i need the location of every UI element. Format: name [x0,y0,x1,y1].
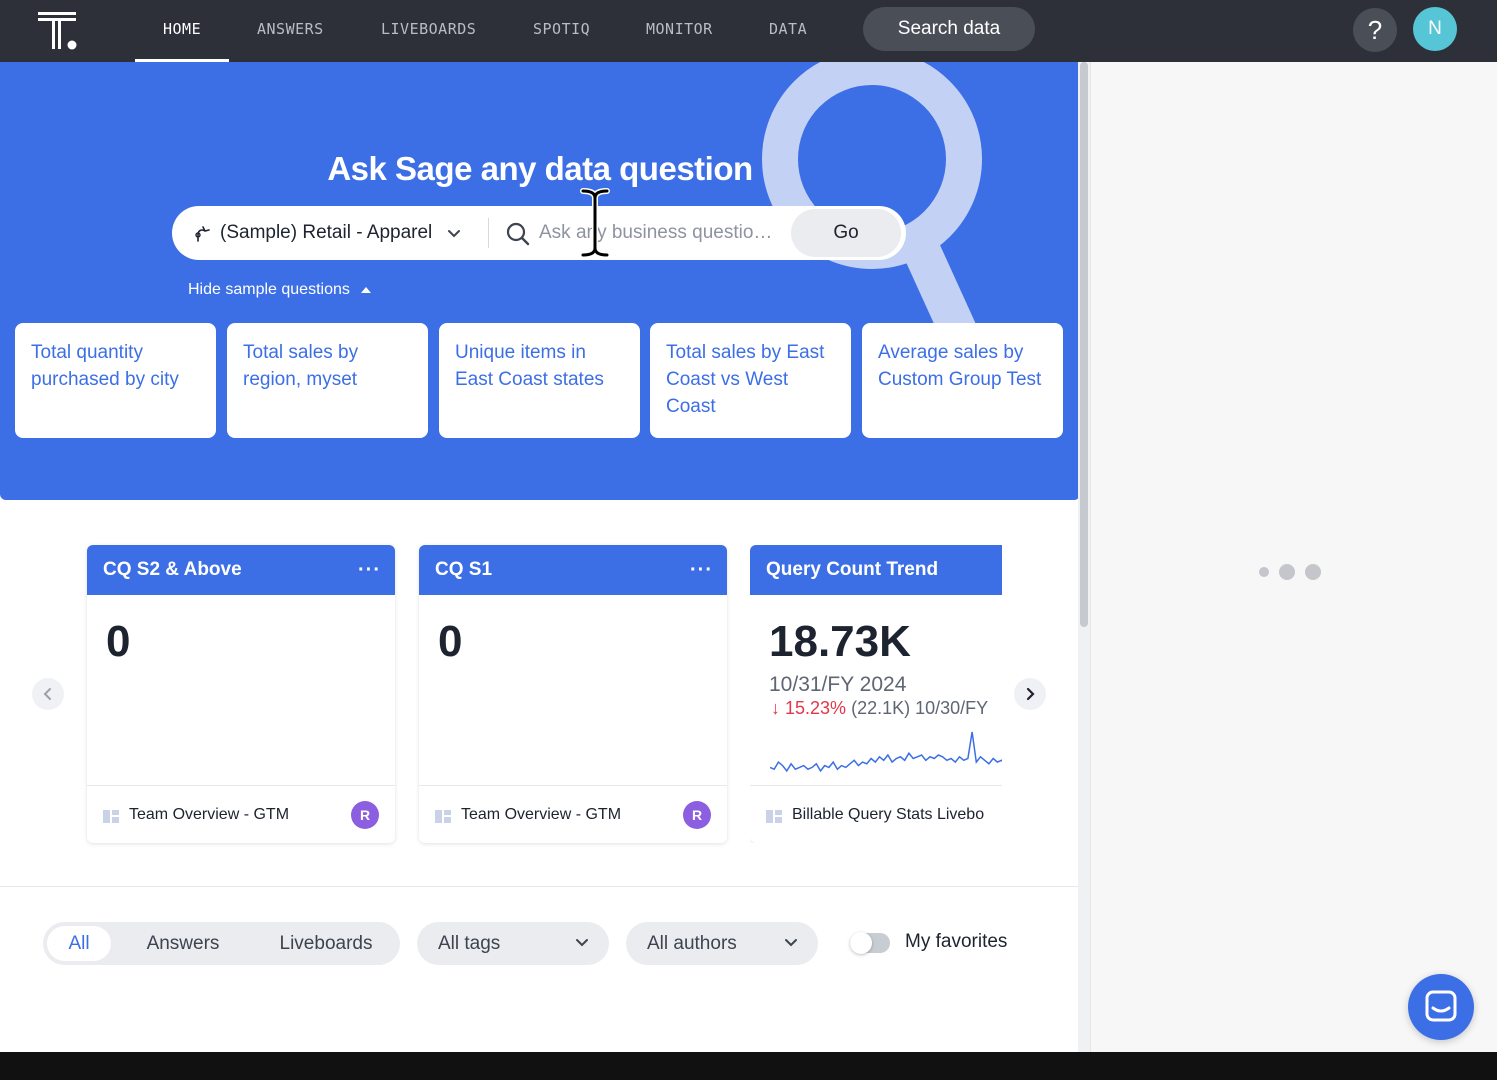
sample-question-card[interactable]: Unique items in East Coast states [439,323,640,438]
sparkline-chart [770,731,1002,773]
liveboard-icon [103,809,119,823]
tags-dropdown-label: All tags [438,933,501,954]
user-avatar[interactable]: N [1413,7,1457,51]
kpi-card-footer[interactable]: Billable Query Stats Livebo [750,785,1002,843]
kpi-card-header: Query Count Trend [750,545,1002,595]
text-cursor-icon [580,188,610,258]
search-bar-divider [488,218,489,248]
liveboard-name: Team Overview - GTM [461,805,622,823]
chevron-left-icon [43,688,51,700]
kpi-card-header: CQ S2 & Above ··· [87,545,395,595]
bottom-bar [0,1052,1497,1080]
hide-sample-questions-toggle[interactable]: Hide sample questions [188,281,372,299]
loading-indicator [1259,564,1321,580]
sparkline-series [770,731,1002,773]
carousel-next-button[interactable] [1014,678,1046,710]
nav-liveboards[interactable]: LIVEBOARDS [381,0,476,62]
thoughtspot-logo-icon[interactable] [38,10,80,52]
go-button[interactable]: Go [791,209,901,257]
more-options-icon[interactable]: ··· [358,545,381,595]
content-type-filter: All Answers Liveboards [43,922,400,965]
trend-card-clip: Query Count Trend 18.73K 10/31/FY 2024 ↓… [750,545,1002,843]
sample-question-card[interactable]: Total quantity purchased by city [15,323,216,438]
scrollbar-thumb[interactable] [1080,62,1088,627]
hero-title: Ask Sage any data question [327,150,753,187]
nav-answers[interactable]: ANSWERS [257,0,324,62]
kpi-card-header: CQ S1 ··· [419,545,727,595]
chevron-down-icon [785,939,797,947]
filter-all[interactable]: All [47,926,111,961]
data-source-label: (Sample) Retail - Apparel [220,222,433,243]
kpi-value: 0 [438,617,463,666]
search-data-button[interactable]: Search data [863,7,1035,51]
nav-spotiq[interactable]: SPOTIQ [533,0,590,62]
liveboard-name: Billable Query Stats Livebo [792,805,985,823]
down-arrow-icon: ↓ [771,698,780,718]
kpi-card[interactable]: CQ S1 ··· 0 Team Overview - GTM R [419,545,727,843]
favorites-toggle[interactable] [850,932,890,954]
chevron-right-icon [1026,687,1035,701]
magnifier-decoration-icon [762,62,982,332]
nav-home[interactable]: HOME [134,0,230,62]
right-side-panel [1090,62,1497,1052]
search-icon [506,222,530,246]
chevron-down-icon [448,230,461,238]
tags-dropdown[interactable]: All tags [417,922,609,965]
home-main-panel: Ask Sage any data question (Sample) Reta… [0,62,1080,1052]
sample-question-card[interactable]: Total sales by East Coast vs West Coast [650,323,851,438]
nav-data[interactable]: DATA [769,0,807,62]
change-percent: 15.23% [785,698,847,718]
chat-icon [1425,990,1457,1022]
author-avatar: R [351,801,379,829]
data-source-selector[interactable]: (Sample) Retail - Apparel [192,206,462,260]
liveboard-name: Team Overview - GTM [129,805,290,823]
loading-dot [1279,564,1295,580]
sample-question-card[interactable]: Average sales by Custom Group Test [862,323,1063,438]
toggle-knob [850,932,872,954]
filter-liveboards[interactable]: Liveboards [257,926,395,961]
main-scrollbar[interactable] [1078,62,1090,1052]
loading-dot [1259,567,1269,577]
nav-monitor[interactable]: MONITOR [646,0,713,62]
filter-answers[interactable]: Answers [127,926,239,961]
authors-dropdown[interactable]: All authors [626,922,818,965]
question-input[interactable] [539,219,789,247]
authors-dropdown-label: All authors [647,933,737,954]
kpi-date: 10/31/FY 2024 [769,673,907,696]
sample-question-card[interactable]: Total sales by region, myset [227,323,428,438]
carousel-prev-button[interactable] [32,678,64,710]
liveboard-icon [766,809,782,823]
chat-support-button[interactable] [1408,974,1474,1040]
help-button[interactable]: ? [1353,8,1397,52]
favorites-label: My favorites [905,931,1008,952]
caret-up-icon [360,287,371,293]
kpi-card[interactable]: CQ S2 & Above ··· 0 Team Overview - GTM … [87,545,395,843]
hide-sample-questions-label: Hide sample questions [188,281,350,298]
sage-hero-banner: Ask Sage any data question (Sample) Reta… [0,62,1080,500]
kpi-change: ↓ 15.23% (22.1K) 10/30/FY [771,698,988,719]
kpi-card-footer[interactable]: Team Overview - GTM R [87,785,395,843]
query-count-trend-card[interactable]: Query Count Trend 18.73K 10/31/FY 2024 ↓… [750,545,1002,843]
top-navigation-bar: HOME ANSWERS LIVEBOARDS SPOTIQ MONITOR D… [0,0,1497,62]
kpi-card-footer[interactable]: Team Overview - GTM R [419,785,727,843]
sage-search-bar: (Sample) Retail - Apparel Go [172,206,906,260]
data-source-icon [195,226,210,242]
kpi-card-title: Query Count Trend [766,559,939,580]
kpi-card-title: CQ S2 & Above [103,559,242,580]
section-divider [0,886,1080,887]
loading-dot [1305,564,1321,580]
kpi-value: 18.73K [769,617,911,666]
more-options-icon[interactable]: ··· [690,545,713,595]
author-avatar: R [683,801,711,829]
liveboard-icon [435,809,451,823]
kpi-value: 0 [106,617,131,666]
chevron-down-icon [576,939,588,947]
change-comparison: (22.1K) 10/30/FY [851,698,989,718]
kpi-card-title: CQ S1 [435,559,493,580]
